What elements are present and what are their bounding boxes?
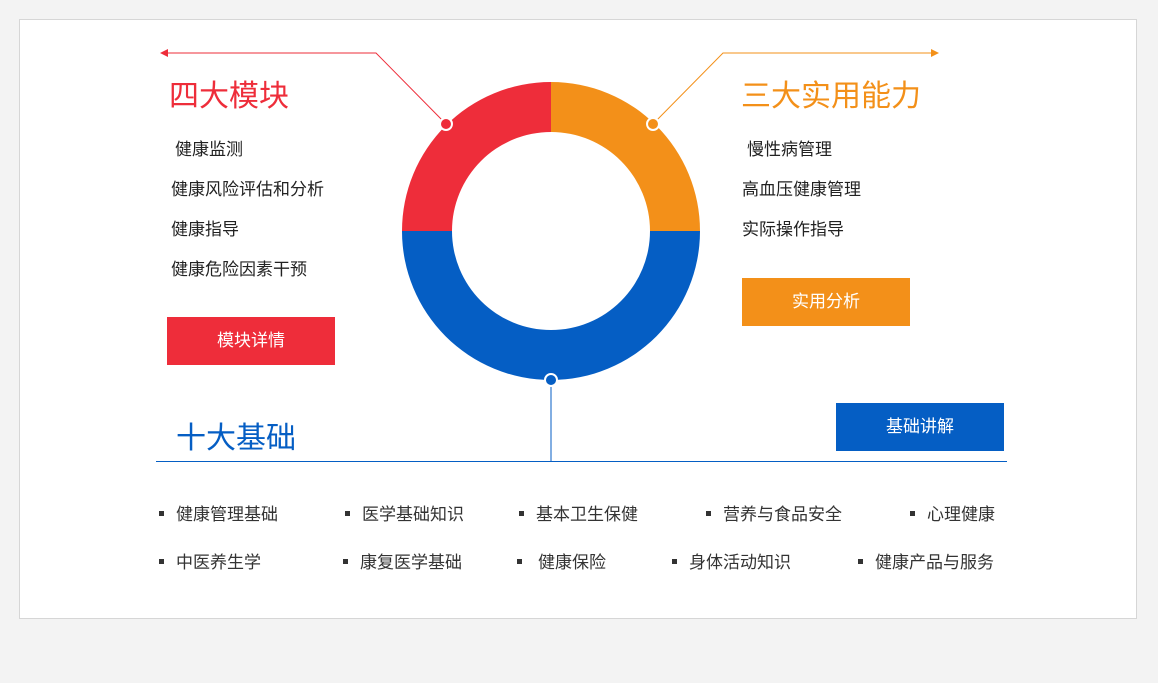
modules-item-1: 健康监测 <box>175 140 243 160</box>
basics-item: 中医养生学 <box>159 552 261 574</box>
connector-dot-modules <box>439 117 453 131</box>
modules-item-3: 健康指导 <box>171 220 239 240</box>
module-details-button[interactable]: 模块详情 <box>167 317 335 365</box>
basics-title: 十大基础 <box>176 421 296 456</box>
bullet-icon <box>706 510 711 516</box>
basics-item: 健康保险 <box>517 552 606 574</box>
bullet-icon <box>343 558 348 564</box>
connector-dot-basics <box>544 373 558 387</box>
arrow-left-icon <box>160 49 168 57</box>
abilities-title: 三大实用能力 <box>741 79 921 114</box>
modules-item-4: 健康危险因素干预 <box>171 260 307 280</box>
ring-segment-modules <box>402 82 551 231</box>
bullet-icon <box>910 510 915 516</box>
bullet-icon <box>858 558 863 564</box>
abilities-item-1: 慢性病管理 <box>747 140 832 160</box>
ring-segment-abilities <box>551 82 700 231</box>
basics-item: 医学基础知识 <box>345 504 464 526</box>
basics-item: 健康产品与服务 <box>858 552 994 574</box>
bullet-icon <box>159 558 164 564</box>
bullet-icon <box>519 510 524 516</box>
bullet-icon <box>517 558 522 564</box>
bullet-icon <box>159 510 164 516</box>
abilities-item-2: 高血压健康管理 <box>742 180 861 200</box>
abilities-item-3: 实际操作指导 <box>742 220 844 240</box>
connector-dot-abilities <box>646 117 660 131</box>
basics-item: 身体活动知识 <box>672 552 791 574</box>
basics-item: 营养与食品安全 <box>706 504 842 526</box>
basics-item: 康复医学基础 <box>343 552 462 574</box>
bullet-icon <box>345 510 350 516</box>
basics-item: 基本卫生保健 <box>519 504 638 526</box>
practical-analysis-button[interactable]: 实用分析 <box>742 278 910 326</box>
ring-segment-basics <box>402 231 700 380</box>
modules-item-2: 健康风险评估和分析 <box>171 180 324 200</box>
bullet-icon <box>672 558 677 564</box>
basics-explanation-button[interactable]: 基础讲解 <box>836 403 1004 451</box>
modules-title: 四大模块 <box>169 79 289 114</box>
arrow-right-icon <box>931 49 939 57</box>
basics-item: 心理健康 <box>910 504 995 526</box>
basics-item: 健康管理基础 <box>159 504 278 526</box>
